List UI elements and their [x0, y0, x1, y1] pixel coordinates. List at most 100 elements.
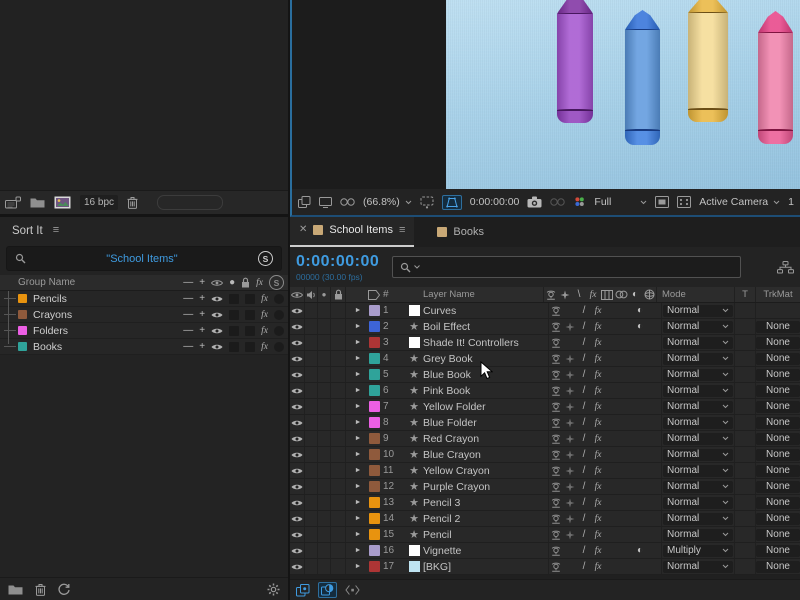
fx-toggle[interactable]: fx — [591, 530, 605, 540]
blend-mode-dropdown[interactable]: Normal — [663, 529, 733, 541]
shy-toggle[interactable] — [549, 546, 563, 556]
blend-mode-dropdown[interactable]: Normal — [663, 417, 733, 429]
layer-visibility-toggle[interactable] — [290, 527, 305, 542]
lock-toggle[interactable] — [331, 335, 346, 350]
empty-toggle-slot[interactable] — [229, 310, 239, 320]
search-options-chevron-icon[interactable] — [414, 265, 420, 269]
layer-name[interactable]: Pencil — [423, 527, 548, 542]
solo-toggle[interactable] — [318, 463, 331, 478]
transparency-grid-icon[interactable] — [655, 196, 669, 208]
fx-toggle[interactable]: fx — [591, 546, 605, 556]
camera-view-dropdown[interactable]: Active Camera — [699, 196, 780, 208]
label-color-swatch[interactable] — [365, 383, 383, 398]
tab-menu-icon[interactable]: ≡ — [399, 225, 405, 236]
layer-name[interactable]: [BKG] — [423, 559, 548, 574]
blend-mode-dropdown[interactable]: Normal — [663, 353, 733, 365]
quality-toggle[interactable]: / — [577, 321, 591, 332]
eye-icon[interactable] — [211, 311, 223, 319]
t-cell[interactable] — [734, 399, 756, 414]
audio-toggle[interactable] — [305, 511, 318, 526]
layer-row-10[interactable]: ►10★Blue Crayon/fxNormalNone — [290, 447, 800, 463]
solo-group-badge[interactable]: S — [258, 251, 273, 266]
shy-toggle[interactable] — [549, 562, 563, 572]
shy-toggle[interactable] — [549, 322, 563, 332]
fx-toggle[interactable]: fx — [591, 370, 605, 380]
blend-mode-dropdown[interactable]: Normal — [663, 481, 733, 493]
resolution-dropdown[interactable]: Full — [594, 196, 647, 208]
t-cell[interactable] — [734, 447, 756, 462]
blend-mode-dropdown[interactable]: Normal — [663, 465, 733, 477]
solo-group-slot[interactable] — [274, 342, 284, 352]
t-cell[interactable] — [734, 527, 756, 542]
collapse-toggle[interactable] — [563, 418, 577, 428]
audio-toggle[interactable] — [305, 543, 318, 558]
audio-toggle[interactable] — [305, 399, 318, 414]
layer-search-field[interactable] — [392, 256, 741, 278]
quality-toggle[interactable]: / — [577, 433, 591, 444]
quality-toggle[interactable]: / — [577, 449, 591, 460]
quality-toggle[interactable]: / — [577, 369, 591, 380]
solo-toggle[interactable] — [318, 431, 331, 446]
t-cell[interactable] — [734, 431, 756, 446]
layer-name[interactable]: Yellow Crayon — [423, 463, 548, 478]
trkmat-dropdown[interactable]: None — [756, 321, 800, 333]
layer-name[interactable]: Blue Folder — [423, 415, 548, 430]
empty-toggle-slot[interactable] — [245, 310, 255, 320]
blend-mode-dropdown[interactable]: Multiply — [663, 545, 733, 557]
timeline-tab-school-items[interactable]: ✕School Items≡ — [290, 217, 414, 247]
fx-toggle[interactable]: fx — [591, 450, 605, 460]
lock-toggle[interactable] — [331, 479, 346, 494]
blend-mode-dropdown[interactable]: Normal — [663, 369, 733, 381]
mask-visibility-icon[interactable] — [442, 195, 462, 210]
group-row-pencils[interactable]: Pencils—+fx — [0, 291, 288, 307]
expand-arrow-icon[interactable]: ► — [351, 527, 365, 542]
expand-arrow-icon[interactable]: ► — [351, 399, 365, 414]
blend-mode-dropdown[interactable]: Normal — [663, 561, 733, 573]
layer-row-11[interactable]: ►11★Yellow Crayon/fxNormalNone — [290, 463, 800, 479]
layer-name[interactable]: Purple Crayon — [423, 479, 548, 494]
audio-toggle[interactable] — [305, 367, 318, 382]
t-cell[interactable] — [734, 511, 756, 526]
group-color-swatch[interactable] — [18, 294, 27, 303]
expand-arrow-icon[interactable]: ► — [351, 367, 365, 382]
audio-toggle[interactable] — [305, 463, 318, 478]
layer-row-6[interactable]: ►6★Pink Book/fxNormalNone — [290, 383, 800, 399]
shy-toggle[interactable] — [549, 434, 563, 444]
adjustment-toggle[interactable]: ◐ — [633, 305, 647, 316]
layer-name[interactable]: Blue Book — [423, 367, 548, 382]
shy-toggle[interactable] — [549, 386, 563, 396]
t-cell[interactable] — [734, 463, 756, 478]
expand-arrow-icon[interactable]: ► — [351, 463, 365, 478]
shy-toggle[interactable] — [549, 450, 563, 460]
solo-group-slot[interactable] — [274, 326, 284, 336]
blend-mode-dropdown[interactable]: Normal — [663, 385, 733, 397]
eye-icon[interactable] — [211, 295, 223, 303]
quality-toggle[interactable]: / — [577, 417, 591, 428]
expand-arrow-icon[interactable]: ► — [351, 351, 365, 366]
layer-row-2[interactable]: ►2★Boil Effect/fx◐NormalNone — [290, 319, 800, 335]
shy-toggle[interactable] — [549, 482, 563, 492]
label-color-swatch[interactable] — [365, 511, 383, 526]
remove-group-icon[interactable]: — — [183, 293, 193, 304]
layer-visibility-toggle[interactable] — [290, 463, 305, 478]
layer-visibility-toggle[interactable] — [290, 495, 305, 510]
trkmat-dropdown[interactable]: None — [756, 481, 800, 493]
fx-toggle[interactable]: fx — [591, 482, 605, 492]
blend-mode-dropdown[interactable]: Normal — [663, 321, 733, 333]
t-cell[interactable] — [734, 335, 756, 350]
shy-toggle[interactable] — [549, 530, 563, 540]
layer-name[interactable]: Yellow Folder — [423, 399, 548, 414]
fx-toggle[interactable]: fx — [591, 498, 605, 508]
adjustment-toggle[interactable]: ◐ — [633, 545, 647, 556]
label-color-swatch[interactable] — [365, 543, 383, 558]
lock-toggle[interactable] — [331, 559, 346, 574]
lock-toggle[interactable] — [331, 463, 346, 478]
layer-name[interactable]: Grey Book — [423, 351, 548, 366]
blend-mode-dropdown[interactable]: Normal — [663, 305, 733, 317]
solo-toggle[interactable] — [318, 303, 331, 318]
label-color-swatch[interactable] — [365, 351, 383, 366]
shy-toggle[interactable] — [549, 498, 563, 508]
group-search-field[interactable]: "School Items" S — [6, 246, 282, 271]
trkmat-dropdown[interactable]: None — [756, 529, 800, 541]
label-color-swatch[interactable] — [365, 303, 383, 318]
